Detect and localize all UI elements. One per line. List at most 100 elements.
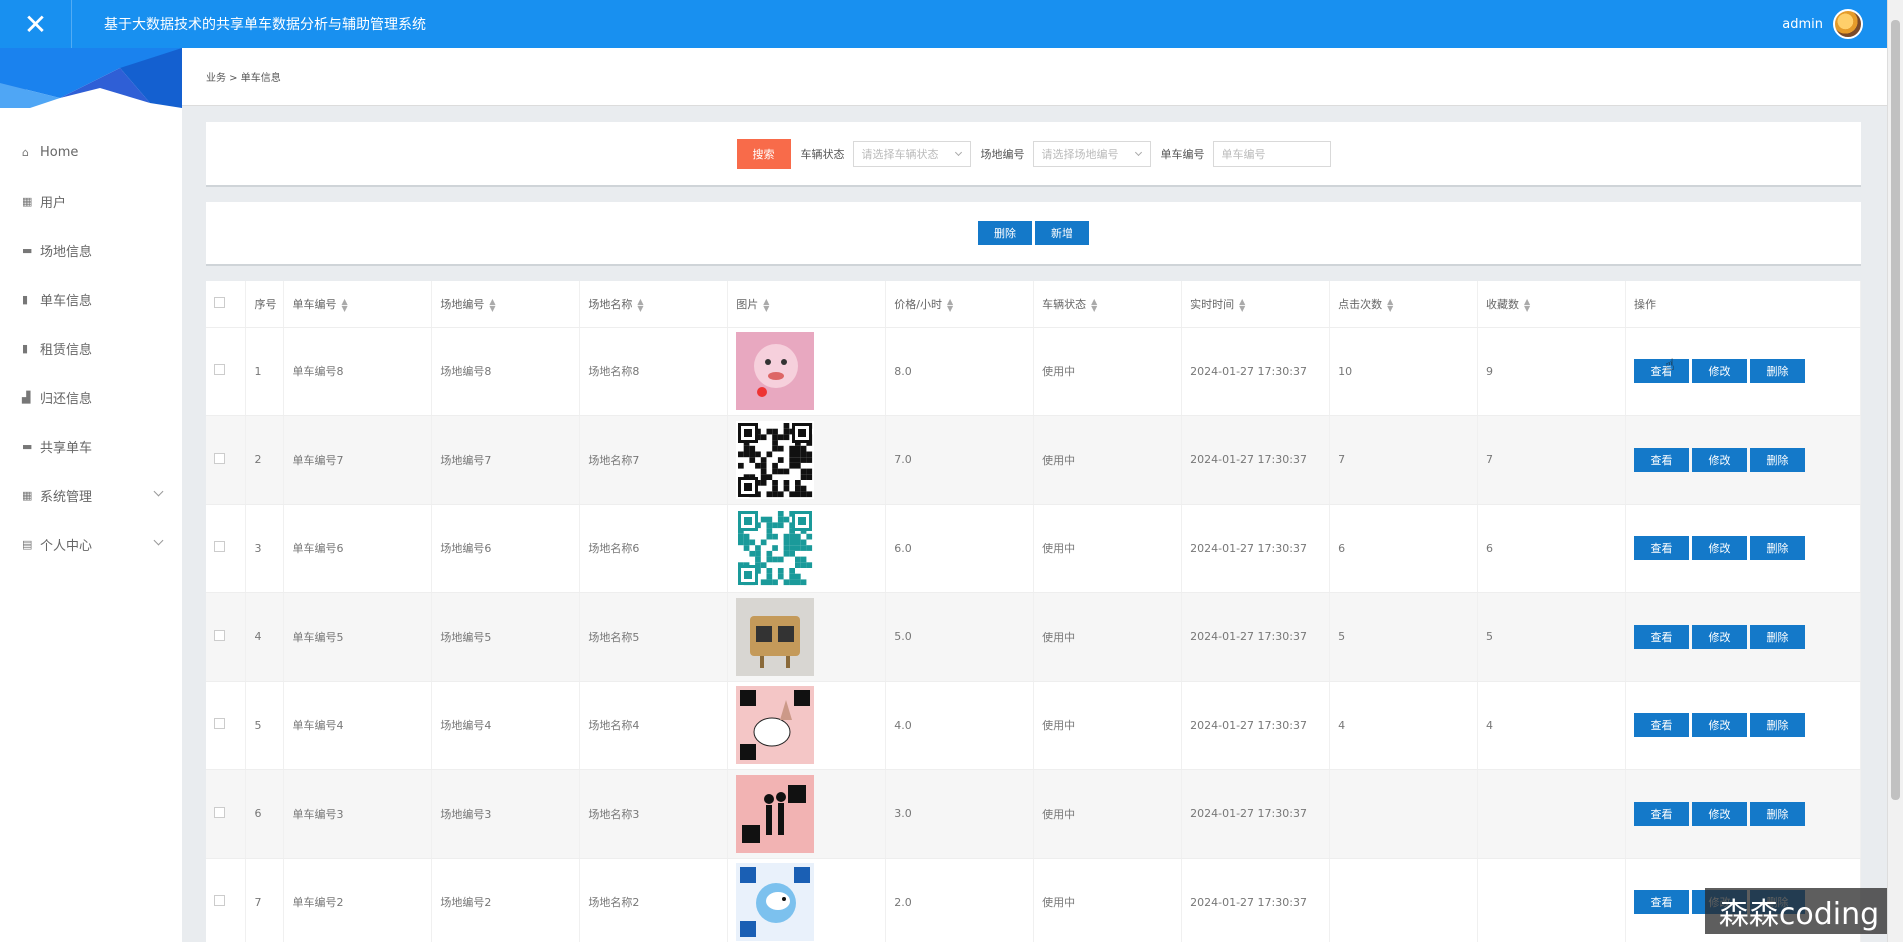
search-button[interactable]: 搜索 [736, 138, 791, 169]
cell-no: 3 [245, 504, 285, 593]
edit-button[interactable]: 修改 [1691, 359, 1747, 384]
cell-favs [1477, 769, 1626, 859]
cell-clicks: 4 [1329, 681, 1479, 770]
cell-status: 使用中 [1033, 415, 1183, 505]
sort-icon[interactable]: ▲ ▼ [1091, 297, 1097, 312]
column-header: 序号 [245, 281, 285, 328]
cell-clicks: 10 [1329, 327, 1479, 416]
add-button[interactable]: 新增 [1035, 221, 1089, 245]
sidebar-item-8[interactable]: ▤ 个人中心 [0, 520, 182, 569]
bike-image[interactable] [736, 597, 815, 676]
row-checkbox[interactable] [214, 452, 225, 464]
sidebar-item-1[interactable]: ▦ 用户 [0, 177, 182, 226]
edit-button[interactable]: 修改 [1691, 536, 1747, 561]
edit-button[interactable]: 修改 [1691, 447, 1747, 472]
view-button[interactable]: 查看 [1633, 801, 1689, 826]
sidebar-item-label: Home [40, 145, 79, 160]
column-header[interactable]: 单车编号 ▲ ▼ [283, 281, 433, 328]
sort-icon[interactable]: ▲ ▼ [1387, 297, 1393, 312]
select-all-checkbox[interactable] [214, 296, 225, 308]
column-header[interactable]: 车辆状态 ▲ ▼ [1033, 281, 1183, 328]
row-checkbox[interactable] [214, 718, 225, 730]
row-checkbox[interactable] [214, 541, 225, 553]
view-button[interactable]: 查看 [1633, 713, 1689, 738]
sidebar-item-label: 用户 [40, 196, 67, 211]
sidebar-item-0[interactable]: ⌂ Home [0, 128, 182, 177]
cell-site-name: 场地名称3 [579, 769, 729, 859]
cell-clicks [1329, 858, 1479, 942]
cell-price: 8.0 [885, 327, 1035, 416]
row-select-cell [206, 858, 247, 942]
cell-bike-id: 单车编号2 [283, 858, 433, 942]
bike-image[interactable] [736, 420, 815, 499]
view-button[interactable]: 查看 [1633, 624, 1689, 649]
cell-status: 使用中 [1033, 592, 1183, 682]
column-header[interactable]: 点击次数 ▲ ▼ [1329, 281, 1479, 328]
site-select[interactable]: 请选择场地编号 [1032, 140, 1151, 167]
row-checkbox[interactable] [214, 364, 225, 376]
view-button[interactable]: 查看 [1633, 536, 1689, 561]
delete-button[interactable]: 删除 [1749, 624, 1805, 649]
view-button[interactable]: 查看 [1633, 447, 1689, 472]
page-scrollbar[interactable] [1887, 0, 1903, 942]
avatar[interactable] [1833, 9, 1863, 39]
cell-no: 5 [245, 681, 285, 770]
bike-image[interactable] [736, 774, 815, 853]
bike-image[interactable] [736, 332, 815, 411]
sidebar-item-7[interactable]: ▦ 系统管理 [0, 471, 182, 520]
edit-button[interactable]: 修改 [1691, 801, 1747, 826]
cell-image [727, 592, 887, 682]
cell-price: 2.0 [885, 858, 1035, 942]
close-icon[interactable]: ✕ [0, 0, 72, 48]
delete-button[interactable]: 删除 [1749, 713, 1805, 738]
delete-button[interactable]: 删除 [1749, 536, 1805, 561]
column-header[interactable]: 实时时间 ▲ ▼ [1181, 281, 1331, 328]
sort-icon[interactable]: ▲ ▼ [489, 297, 495, 312]
sidebar-item-6[interactable]: ▬ 共享单车 [0, 422, 182, 471]
user-menu[interactable]: admin [1782, 9, 1863, 39]
bike-input[interactable]: 单车编号 [1212, 140, 1331, 167]
column-header[interactable]: 图片 ▲ ▼ [727, 281, 887, 328]
column-header[interactable]: 价格/小时 ▲ ▼ [885, 281, 1035, 328]
sidebar-item-4[interactable]: ▮ 租赁信息 [0, 324, 182, 373]
sort-icon[interactable]: ▲ ▼ [947, 297, 953, 312]
view-button[interactable]: 查看 [1633, 359, 1689, 384]
column-header[interactable]: 场地名称 ▲ ▼ [579, 281, 729, 328]
search-panel: 搜索 车辆状态 请选择车辆状态 场地编号 请选择场地编号 单车编号 单车编号 [206, 122, 1861, 187]
view-button[interactable]: 查看 [1633, 890, 1689, 915]
status-select[interactable]: 请选择车辆状态 [852, 140, 971, 167]
column-header[interactable]: 场地编号 ▲ ▼ [431, 281, 581, 328]
delete-button[interactable]: 删除 [1749, 447, 1805, 472]
sort-icon[interactable]: ▲ ▼ [1524, 297, 1530, 312]
cell-site-name: 场地名称2 [579, 858, 729, 942]
batch-delete-button[interactable]: 删除 [978, 221, 1032, 245]
cell-status: 使用中 [1033, 681, 1183, 770]
chevron-down-icon [1134, 148, 1142, 156]
row-checkbox[interactable] [214, 629, 225, 641]
bike-image[interactable] [736, 863, 815, 942]
edit-button[interactable]: 修改 [1691, 624, 1747, 649]
sort-icon[interactable]: ▲ ▼ [1239, 297, 1245, 312]
cell-ops: 查看修改删除 [1625, 327, 1861, 416]
sidebar-item-2[interactable]: ▬ 场地信息 [0, 226, 182, 275]
sidebar-item-5[interactable]: ▟ 归还信息 [0, 373, 182, 422]
delete-button[interactable]: 删除 [1749, 359, 1805, 384]
row-actions: 查看修改删除 [1633, 447, 1860, 472]
row-checkbox[interactable] [214, 806, 225, 818]
cell-image [727, 769, 887, 859]
sort-icon[interactable]: ▲ ▼ [341, 297, 347, 312]
scrollbar-thumb[interactable] [1891, 20, 1900, 800]
bike-image[interactable] [736, 509, 815, 588]
sidebar-item-3[interactable]: ▮ 单车信息 [0, 275, 182, 324]
breadcrumb: 业务 > 单车信息 [182, 48, 1887, 106]
row-checkbox[interactable] [214, 895, 225, 907]
column-header: 操作 [1625, 281, 1861, 328]
edit-button[interactable]: 修改 [1691, 713, 1747, 738]
table-row: 3 单车编号6 场地编号6 场地名称6 6.0 使用中 2024-01-27 17:30:3… [206, 504, 1861, 593]
sort-icon[interactable]: ▲ ▼ [763, 297, 769, 312]
column-header[interactable]: 收藏数 ▲ ▼ [1477, 281, 1626, 328]
bike-image[interactable] [736, 686, 815, 765]
delete-button[interactable]: 删除 [1749, 801, 1805, 826]
cell-ops: 查看修改删除 [1625, 769, 1861, 859]
sort-icon[interactable]: ▲ ▼ [637, 297, 643, 312]
